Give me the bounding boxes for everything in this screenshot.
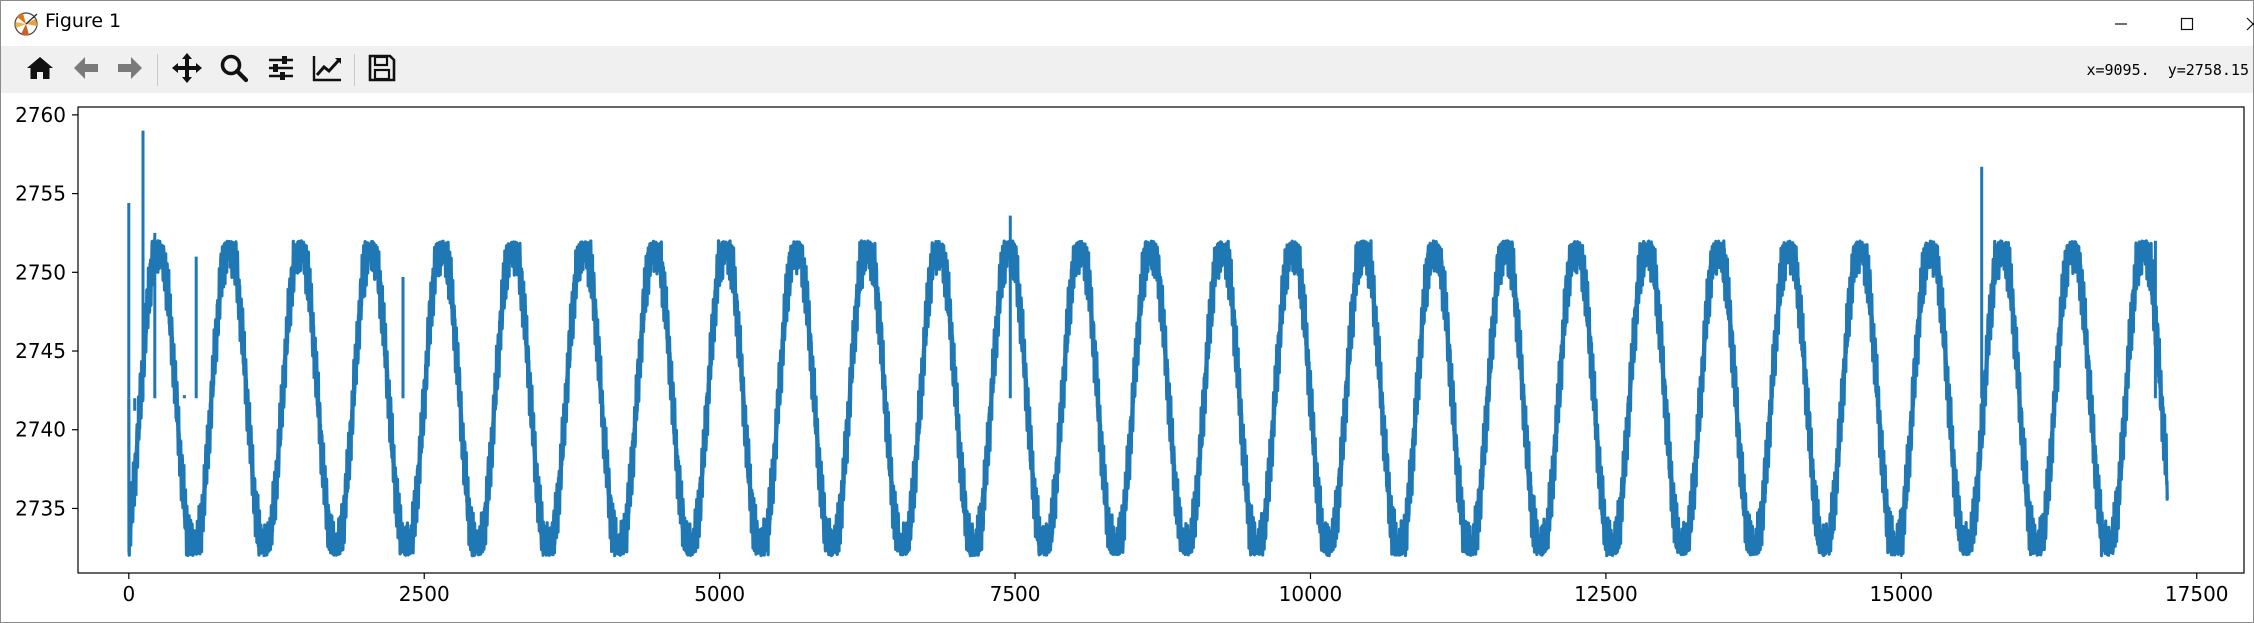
pan-button[interactable] [168,52,206,88]
close-icon [2245,16,2254,32]
figure-canvas[interactable]: 0 2500 5000 7500 10000 12500 15000 17500 2735 274… [1,93,2253,621]
sliders-icon [266,53,296,87]
y-tick-label: 2735 [15,496,66,520]
cursor-coordinates: x=9095. y=2758.15 [2086,61,2249,79]
y-tick-label: 2745 [15,339,66,363]
x-tick-label: 12500 [1574,582,1638,606]
x-tick-label: 7500 [990,582,1041,606]
magnifier-icon [219,53,249,87]
minimize-icon [2114,17,2128,31]
x-tick-label: 5000 [694,582,745,606]
x-tick-label: 10000 [1279,582,1343,606]
y-tick-label: 2750 [15,260,66,284]
x-tick-label: 2500 [399,582,450,606]
arrow-right-icon [115,53,145,87]
floppy-disk-icon [367,53,397,87]
title-bar[interactable]: Figure 1 [1,1,2254,46]
home-button[interactable] [21,52,59,88]
edit-axis-button[interactable] [308,52,346,88]
save-button[interactable] [363,52,401,88]
home-icon [25,53,55,87]
x-tick-label: 17500 [2165,582,2229,606]
maximize-button[interactable] [2154,1,2220,46]
x-tick-label: 15000 [1870,582,1934,606]
navigation-toolbar: x=9095. y=2758.15 [1,46,2253,93]
toolbar-separator [354,54,355,86]
line-chart[interactable]: 0 2500 5000 7500 10000 12500 15000 17500 2735 274… [1,93,2253,621]
x-tick-label: 0 [122,582,135,606]
y-tick-label: 2755 [15,182,66,206]
y-tick-label: 2760 [15,103,66,127]
move-icon [171,52,203,88]
arrow-left-icon [71,53,101,87]
line-chart-icon [311,53,343,87]
y-tick-label: 2740 [15,418,66,442]
close-button[interactable] [2220,1,2254,46]
maximize-icon [2180,17,2194,31]
window-title: Figure 1 [45,10,122,32]
toolbar-separator [157,54,158,86]
back-button[interactable] [67,52,105,88]
zoom-button[interactable] [215,52,253,88]
matplotlib-app-icon [13,11,39,37]
series-line [127,239,2169,558]
subplots-button[interactable] [262,52,300,88]
forward-button[interactable] [111,52,149,88]
minimize-button[interactable] [2088,1,2154,46]
